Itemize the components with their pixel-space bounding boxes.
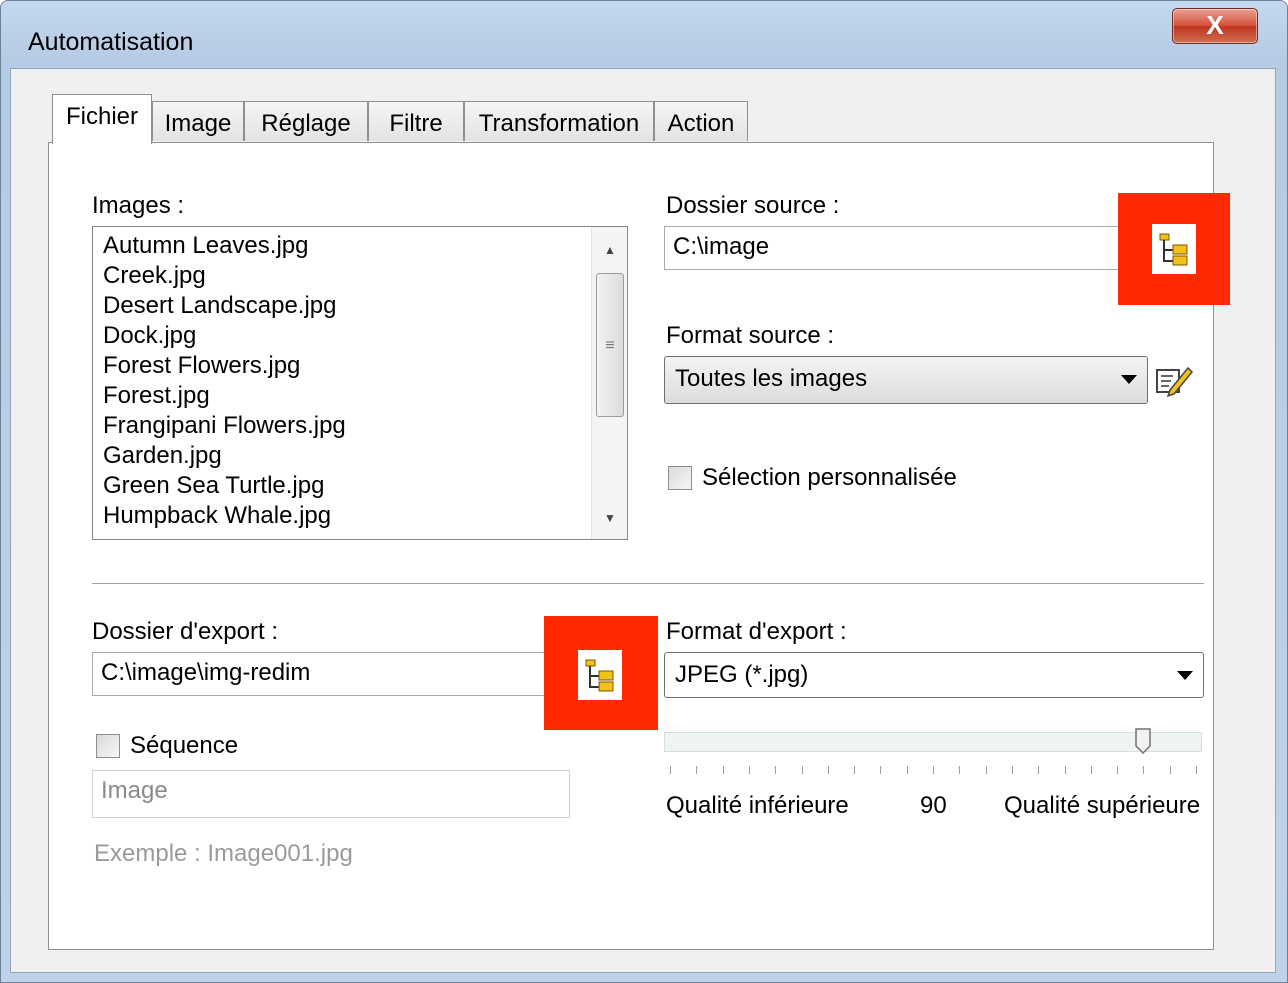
tab-transformation[interactable]: Transformation bbox=[464, 101, 654, 141]
title-bar[interactable]: Automatisation X bbox=[0, 0, 1288, 70]
quality-value: 90 bbox=[920, 792, 947, 819]
slider-tick bbox=[749, 766, 750, 774]
chevron-down-icon bbox=[1121, 375, 1137, 384]
list-item[interactable]: Desert Landscape.jpg bbox=[93, 291, 627, 321]
list-item[interactable]: Green Sea Turtle.jpg bbox=[93, 471, 627, 501]
images-listbox[interactable]: Autumn Leaves.jpg Creek.jpg Desert Landsca… bbox=[92, 226, 628, 540]
export-folder-label: Dossier d'export : bbox=[92, 618, 278, 645]
images-scrollbar[interactable]: ▲ ≡ ▼ bbox=[591, 227, 627, 539]
images-label: Images : bbox=[92, 192, 185, 219]
slider-tick bbox=[1038, 766, 1039, 774]
grip-icon: ≡ bbox=[605, 337, 615, 354]
window-title: Automatisation bbox=[28, 28, 194, 56]
custom-selection-label: Sélection personnalisée bbox=[702, 464, 957, 491]
quality-slider-thumb[interactable] bbox=[1135, 728, 1151, 755]
slider-tick bbox=[907, 766, 908, 774]
slider-tick bbox=[1143, 766, 1144, 774]
slider-tick bbox=[880, 766, 881, 774]
source-format-select[interactable]: Toutes les images bbox=[664, 356, 1148, 404]
close-button[interactable]: X bbox=[1172, 8, 1258, 44]
section-divider bbox=[92, 583, 1204, 585]
slider-tick bbox=[802, 766, 803, 774]
source-format-label: Format source : bbox=[666, 322, 835, 349]
slider-tick bbox=[854, 766, 855, 774]
tab-action[interactable]: Action bbox=[654, 101, 748, 141]
slider-tick bbox=[696, 766, 697, 774]
slider-tick bbox=[670, 766, 671, 774]
slider-tick bbox=[959, 766, 960, 774]
slider-tick bbox=[1012, 766, 1013, 774]
tab-reglage[interactable]: Réglage bbox=[244, 101, 368, 141]
slider-tick bbox=[933, 766, 934, 774]
slider-tick bbox=[723, 766, 724, 774]
quality-high-label: Qualité supérieure bbox=[1004, 792, 1201, 819]
quality-low-label: Qualité inférieure bbox=[666, 792, 849, 819]
slider-tick bbox=[1065, 766, 1066, 774]
slider-tick bbox=[986, 766, 987, 774]
list-item[interactable]: Forest Flowers.jpg bbox=[93, 351, 627, 381]
source-folder-input[interactable]: C:\image bbox=[664, 226, 1126, 270]
edit-pencil-icon bbox=[1156, 366, 1194, 398]
slider-tick bbox=[1196, 766, 1197, 774]
source-format-value: Toutes les images bbox=[675, 365, 868, 392]
folder-tree-icon bbox=[585, 659, 614, 692]
sequence-example-text: Exemple : Image001.jpg bbox=[94, 840, 353, 867]
list-item[interactable]: Humpback Whale.jpg bbox=[93, 501, 627, 531]
export-folder-input[interactable]: C:\image\img-redim bbox=[92, 652, 562, 696]
quality-slider-track[interactable] bbox=[664, 732, 1202, 752]
list-item[interactable]: Autumn Leaves.jpg bbox=[93, 231, 627, 261]
folder-tree-icon bbox=[1159, 233, 1188, 266]
tab-fichier[interactable]: Fichier bbox=[52, 94, 152, 144]
sequence-checkbox[interactable] bbox=[96, 734, 120, 758]
list-item[interactable]: Forest.jpg bbox=[93, 381, 627, 411]
sequence-name-input[interactable]: Image bbox=[92, 770, 570, 818]
tab-filtre[interactable]: Filtre bbox=[368, 101, 464, 141]
list-item[interactable]: Garden.jpg bbox=[93, 441, 627, 471]
browse-export-button[interactable] bbox=[578, 650, 622, 700]
chevron-down-icon bbox=[1177, 671, 1193, 680]
list-item[interactable]: Frangipani Flowers.jpg bbox=[93, 411, 627, 441]
list-item[interactable]: Dock.jpg bbox=[93, 321, 627, 351]
edit-format-button[interactable] bbox=[1154, 362, 1194, 398]
slider-tick bbox=[775, 766, 776, 774]
export-format-label: Format d'export : bbox=[666, 618, 847, 645]
export-format-select[interactable]: JPEG (*.jpg) bbox=[664, 652, 1204, 698]
scroll-down-icon[interactable]: ▼ bbox=[592, 503, 627, 533]
browse-source-button[interactable] bbox=[1152, 224, 1196, 274]
export-format-value: JPEG (*.jpg) bbox=[675, 661, 809, 688]
slider-tick bbox=[828, 766, 829, 774]
list-item[interactable]: Creek.jpg bbox=[93, 261, 627, 291]
scrollbar-thumb[interactable]: ≡ bbox=[596, 273, 624, 417]
source-folder-label: Dossier source : bbox=[666, 192, 840, 219]
slider-tick bbox=[1170, 766, 1171, 774]
custom-selection-checkbox[interactable] bbox=[668, 466, 692, 490]
scroll-up-icon[interactable]: ▲ bbox=[592, 235, 627, 265]
slider-tick bbox=[1117, 766, 1118, 774]
sequence-label: Séquence bbox=[130, 732, 239, 759]
slider-tick bbox=[1091, 766, 1092, 774]
tab-image[interactable]: Image bbox=[152, 101, 244, 141]
